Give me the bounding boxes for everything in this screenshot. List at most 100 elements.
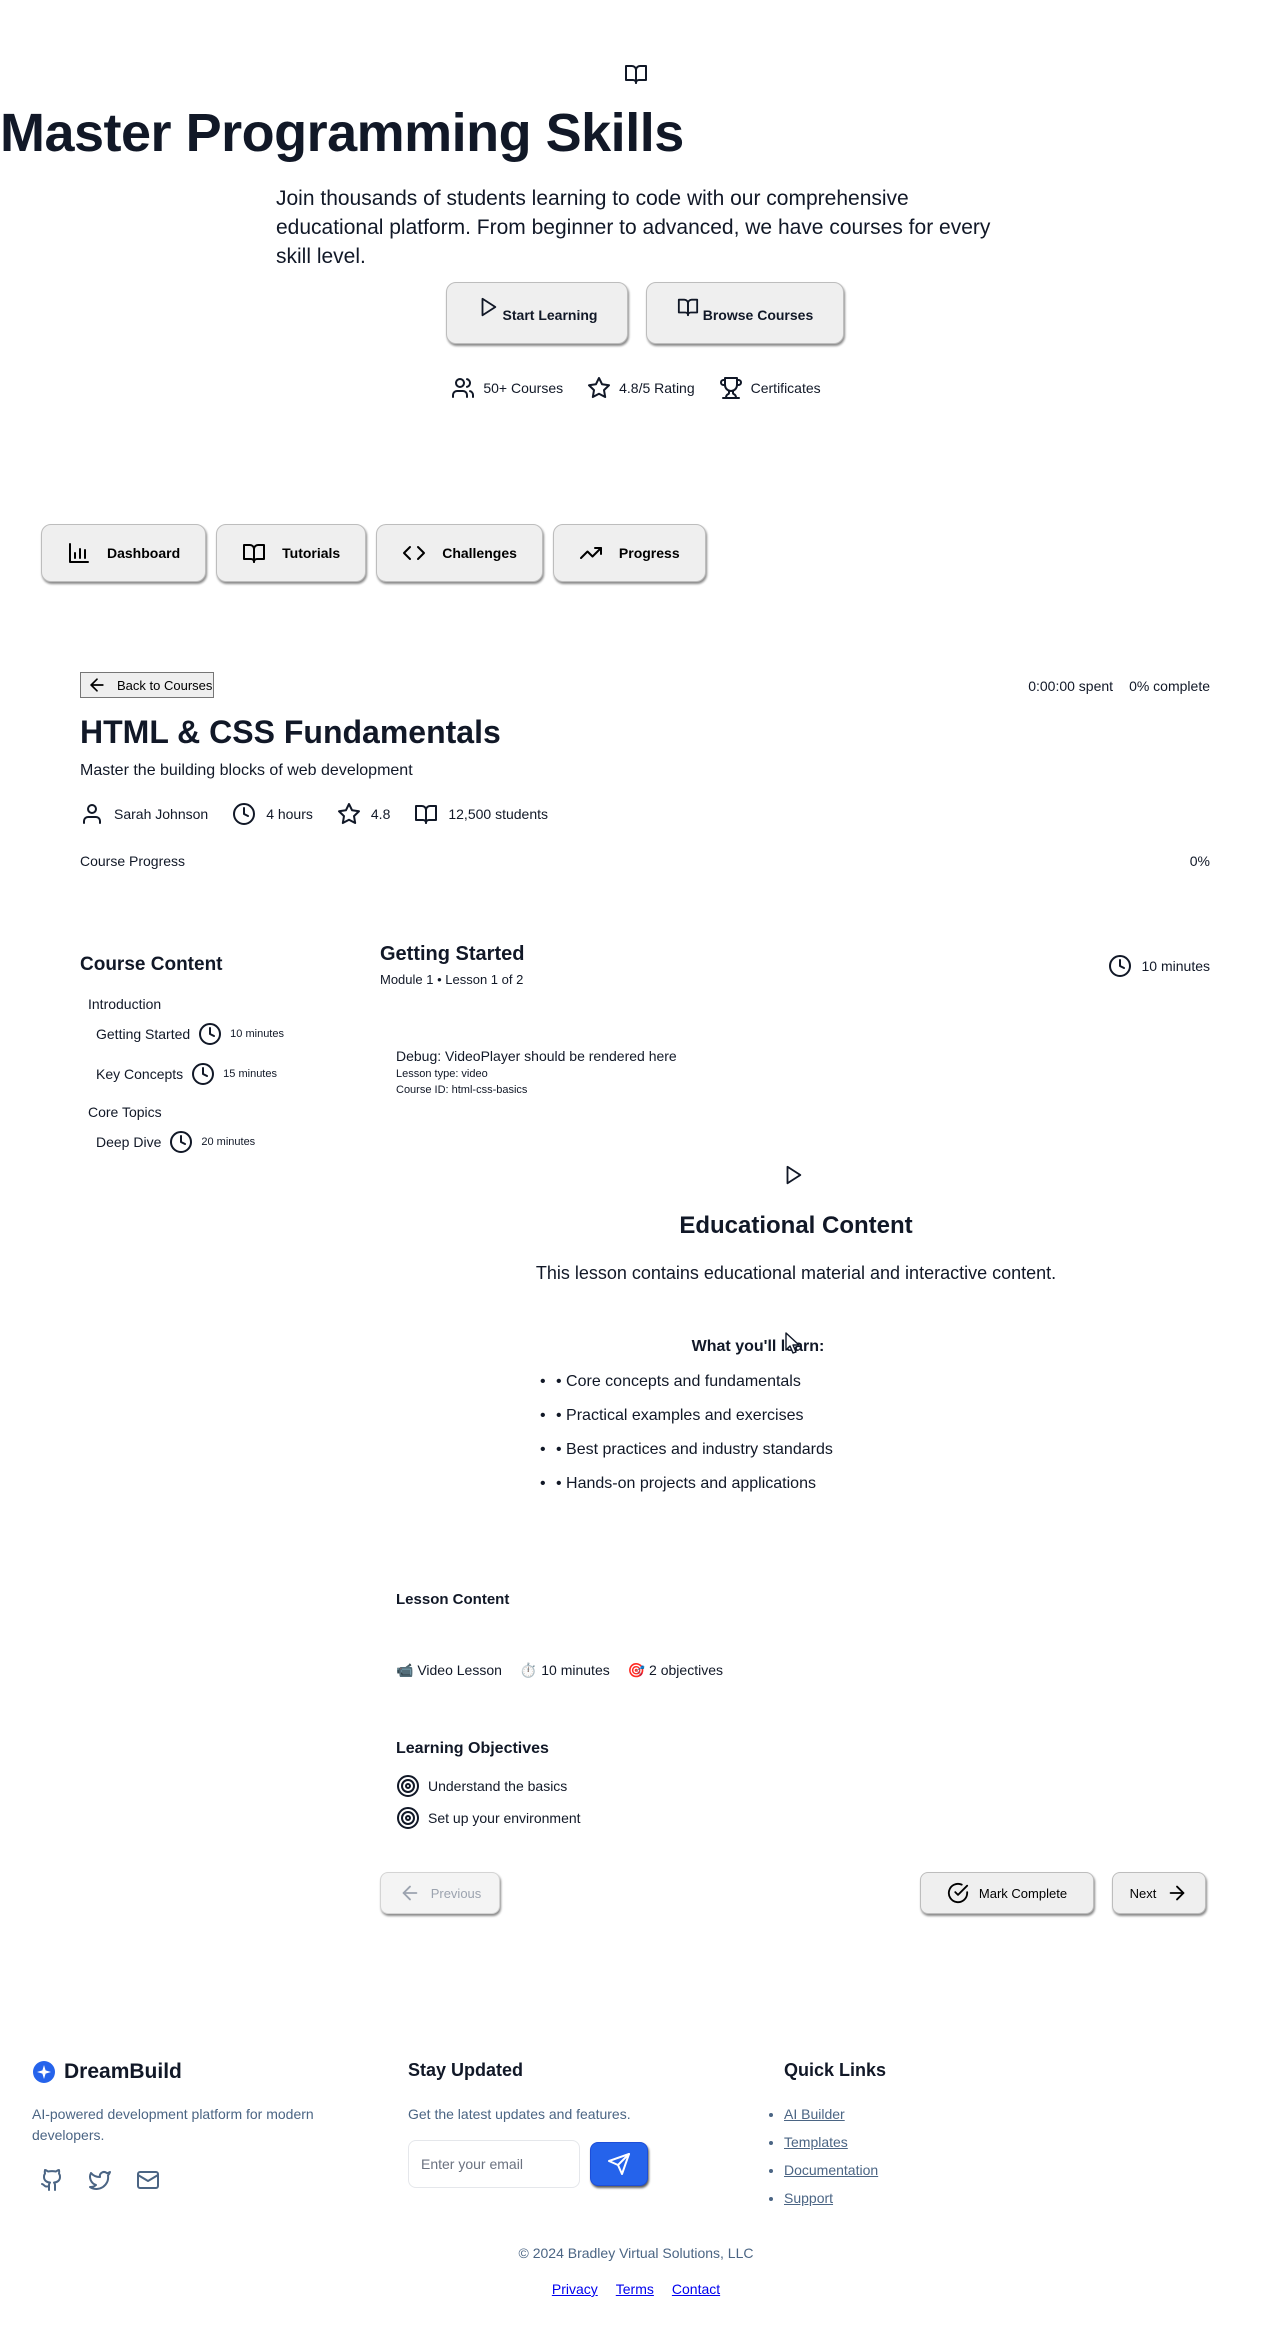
subscribe-button[interactable] xyxy=(590,2142,648,2186)
sidebar-lesson-deep-dive[interactable]: Deep Dive 20 minutes xyxy=(96,1130,255,1154)
start-learning-label: Start Learning xyxy=(502,307,598,323)
quick-link-documentation[interactable]: Documentation xyxy=(784,2162,878,2178)
nav-dashboard-label: Dashboard xyxy=(107,545,181,561)
module-title: Core Topics xyxy=(88,1104,162,1120)
objective-text: Set up your environment xyxy=(428,1810,581,1826)
lesson-duration-badge: 10 minutes xyxy=(1108,954,1210,978)
time-spent: 0:00:00 spent xyxy=(1028,678,1114,694)
course-rating: 4.8 xyxy=(337,802,390,826)
social-links xyxy=(40,2168,160,2192)
next-label: Next xyxy=(1129,1885,1157,1901)
lesson-type-badge: 📹 Video Lesson xyxy=(396,1662,502,1678)
trophy-icon xyxy=(719,376,743,400)
stay-updated-title: Stay Updated xyxy=(408,2060,524,2080)
module-title: Introduction xyxy=(88,996,162,1012)
lesson-duration: 15 minutes xyxy=(223,1068,277,1080)
next-button[interactable]: Next xyxy=(1112,1872,1206,1914)
book-open-icon xyxy=(242,541,266,565)
what-you-learn-title: What you'll learn: xyxy=(691,1338,825,1355)
list-item: • Core concepts and fundamentals xyxy=(556,1373,833,1407)
stat-rating-label: 4.8/5 Rating xyxy=(619,380,695,396)
quick-links-title: Quick Links xyxy=(784,2060,887,2080)
brand-description: AI-powered development platform for mode… xyxy=(32,2106,314,2143)
rating-label: 4.8 xyxy=(370,806,391,822)
course-instructor: Sarah Johnson xyxy=(80,802,208,826)
clock-icon xyxy=(1108,954,1132,978)
book-open-icon xyxy=(677,296,699,318)
percent-complete: 0% complete xyxy=(1129,678,1210,694)
stat-courses-label: 50+ Courses xyxy=(483,380,564,396)
back-to-courses-button[interactable]: Back to Courses xyxy=(80,672,214,698)
debug-course-id: Course ID: html-css-basics xyxy=(396,1084,528,1096)
lesson-title: Deep Dive xyxy=(96,1134,162,1150)
list-item: • Practical examples and exercises xyxy=(556,1407,833,1441)
lesson-title: Getting Started xyxy=(96,1026,191,1042)
debug-lesson-type: Lesson type: video xyxy=(396,1068,488,1080)
hero-subtitle: Join thousands of students learning to c… xyxy=(276,187,991,268)
nav-challenges-label: Challenges xyxy=(442,545,517,561)
list-item: • Hands-on projects and applications xyxy=(556,1475,833,1509)
hero-stats: 50+ Courses 4.8/5 Rating Certificates xyxy=(0,376,1272,400)
mail-icon[interactable] xyxy=(136,2168,160,2192)
users-icon xyxy=(451,376,475,400)
stat-certificates: Certificates xyxy=(719,376,821,400)
legal-links: Privacy Terms Contact xyxy=(0,2281,1272,2297)
stay-updated-description: Get the latest updates and features. xyxy=(408,2106,631,2122)
clock-icon xyxy=(232,802,256,826)
nav-dashboard-button[interactable]: Dashboard xyxy=(41,524,207,582)
play-icon[interactable] xyxy=(782,1164,804,1186)
sidebar-lesson-getting-started[interactable]: Getting Started 10 minutes xyxy=(96,1022,284,1046)
privacy-link[interactable]: Privacy xyxy=(552,2281,598,2297)
terms-link[interactable]: Terms xyxy=(616,2281,654,2297)
lesson-objectives-badge: 🎯 2 objectives xyxy=(627,1662,723,1678)
target-icon xyxy=(396,1774,420,1798)
hero-title: Master Programming Skills xyxy=(0,103,684,163)
objective-item: Understand the basics xyxy=(396,1774,567,1798)
quick-links: AI Builder Templates Documentation Suppo… xyxy=(784,2106,878,2218)
course-content-title: Course Content xyxy=(80,954,223,975)
arrow-left-icon xyxy=(87,675,107,695)
previous-button[interactable]: Previous xyxy=(380,1872,500,1914)
nav-challenges-button[interactable]: Challenges xyxy=(376,524,543,582)
nav-tutorials-button[interactable]: Tutorials xyxy=(216,524,367,582)
check-circle-icon xyxy=(947,1882,969,1904)
user-icon xyxy=(80,802,104,826)
course-meta: Sarah Johnson 4 hours 4.8 12,500 student… xyxy=(80,802,548,826)
lesson-duration: 20 minutes xyxy=(201,1136,256,1148)
quick-link-support[interactable]: Support xyxy=(784,2190,833,2206)
lesson-duration: 10 minutes xyxy=(230,1028,284,1040)
contact-link[interactable]: Contact xyxy=(672,2281,720,2297)
mark-complete-label: Mark Complete xyxy=(978,1885,1068,1901)
course-duration: 4 hours xyxy=(232,802,313,826)
quick-link-templates[interactable]: Templates xyxy=(784,2134,848,2150)
instructor-name: Sarah Johnson xyxy=(114,806,209,822)
target-icon xyxy=(396,1806,420,1830)
browse-courses-button[interactable]: Browse Courses xyxy=(646,282,844,344)
course-progress-label: Course Progress xyxy=(80,853,186,869)
book-open-icon xyxy=(414,802,438,826)
lesson-content-meta: 📹 Video Lesson ⏱️ 10 minutes 🎯 2 objecti… xyxy=(396,1662,723,1679)
quick-link-ai-builder[interactable]: AI Builder xyxy=(784,2106,845,2122)
list-item: • Best practices and industry standards xyxy=(556,1441,833,1475)
sidebar-lesson-key-concepts[interactable]: Key Concepts 15 minutes xyxy=(96,1062,277,1086)
main-nav: Dashboard Tutorials Challenges Progress xyxy=(41,524,706,582)
twitter-icon[interactable] xyxy=(88,2168,112,2192)
github-icon[interactable] xyxy=(40,2168,64,2192)
star-icon xyxy=(587,376,611,400)
educational-content-text: This lesson contains educational materia… xyxy=(535,1263,1057,1283)
debug-message: Debug: VideoPlayer should be rendered he… xyxy=(396,1048,677,1064)
arrow-right-icon xyxy=(1166,1882,1188,1904)
trending-up-icon xyxy=(579,541,603,565)
course-title: HTML & CSS Fundamentals xyxy=(80,714,501,750)
nav-progress-button[interactable]: Progress xyxy=(552,524,706,582)
nav-tutorials-label: Tutorials xyxy=(282,545,341,561)
start-learning-button[interactable]: Start Learning xyxy=(446,282,628,344)
lesson-duration-label: 10 minutes xyxy=(1141,958,1210,974)
email-input[interactable] xyxy=(408,2140,580,2188)
dreambuild-logo-icon xyxy=(32,2060,56,2084)
mark-complete-button[interactable]: Mark Complete xyxy=(920,1872,1094,1914)
course-subtitle: Master the building blocks of web develo… xyxy=(80,762,413,779)
list-item: Documentation xyxy=(784,2162,878,2190)
objective-item: Set up your environment xyxy=(396,1806,581,1830)
list-item: AI Builder xyxy=(784,2106,878,2134)
